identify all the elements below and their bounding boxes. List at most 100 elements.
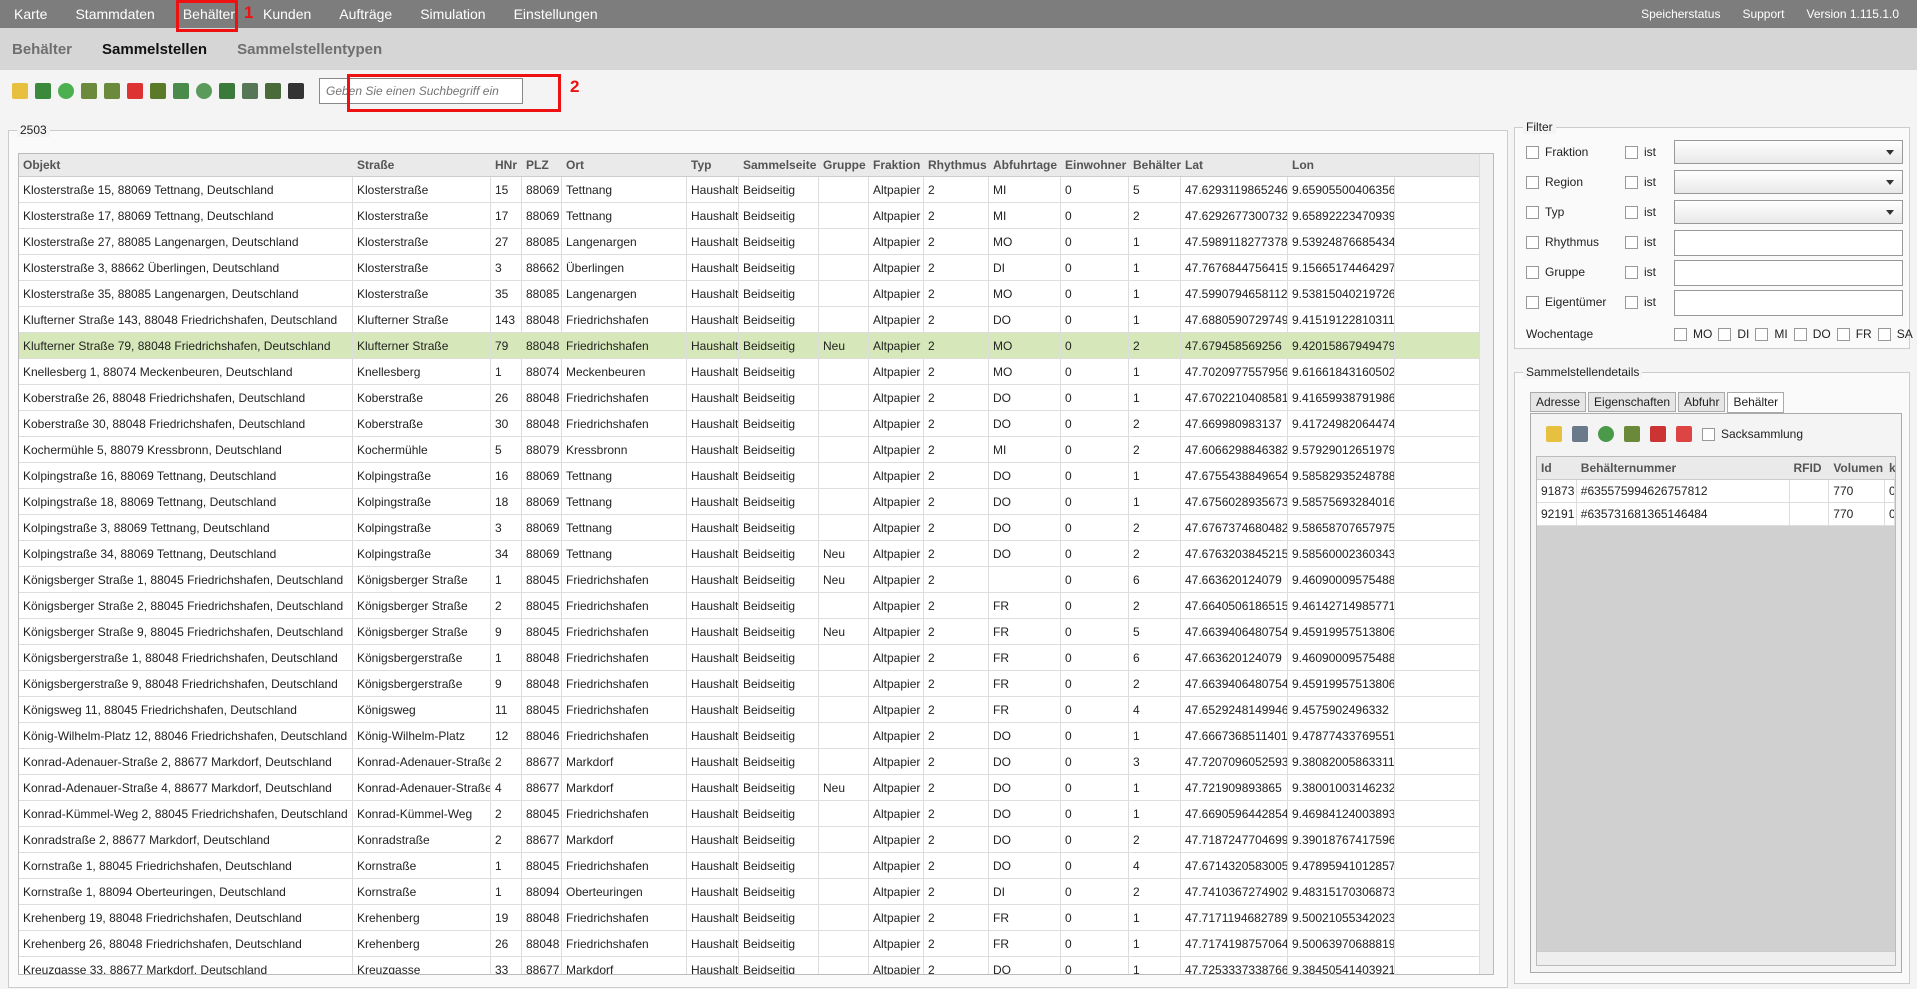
nav-item-6[interactable]: Einstellungen bbox=[500, 0, 612, 28]
table-row[interactable]: König-Wilhelm-Platz 12, 88046 Friedrichs… bbox=[19, 723, 1493, 749]
filter-checkbox[interactable] bbox=[1526, 145, 1539, 159]
search-input[interactable] bbox=[319, 78, 523, 104]
vertical-scrollbar[interactable] bbox=[1479, 154, 1493, 974]
filter-textbox[interactable] bbox=[1674, 290, 1903, 316]
save-icon[interactable] bbox=[35, 83, 51, 99]
table-row[interactable]: Klosterstraße 27, 88085 Langenargen, Deu… bbox=[19, 229, 1493, 255]
column-header[interactable]: Lon bbox=[1288, 154, 1395, 176]
horizontal-scrollbar[interactable] bbox=[1537, 951, 1895, 965]
undo-icon[interactable] bbox=[196, 83, 212, 99]
nav-item-0[interactable]: Karte bbox=[0, 0, 61, 28]
table-row[interactable]: Kornstraße 1, 88045 Friedrichshafen, Deu… bbox=[19, 853, 1493, 879]
filter-checkbox[interactable] bbox=[1526, 235, 1539, 249]
column-header[interactable]: Typ bbox=[687, 154, 739, 176]
table-row[interactable]: Königsberger Straße 1, 88045 Friedrichsh… bbox=[19, 567, 1493, 593]
grid-icon[interactable] bbox=[219, 83, 235, 99]
bin-icon[interactable] bbox=[265, 83, 281, 99]
list-icon[interactable] bbox=[1572, 426, 1588, 442]
assign-back-icon[interactable] bbox=[1598, 426, 1614, 442]
copy-icon[interactable] bbox=[1624, 426, 1640, 442]
nav-right-0[interactable]: Speicherstatus bbox=[1641, 7, 1720, 21]
table-row[interactable]: Klosterstraße 17, 88069 Tettnang, Deutsc… bbox=[19, 203, 1493, 229]
trash-icon[interactable] bbox=[1650, 426, 1666, 442]
day-checkbox[interactable] bbox=[1718, 327, 1732, 341]
day-checkbox[interactable] bbox=[1877, 327, 1891, 341]
behaelter-column-header[interactable]: Behälternummer bbox=[1577, 457, 1790, 479]
nav-item-4[interactable]: Aufträge bbox=[325, 0, 406, 28]
column-header[interactable]: Einwohner bbox=[1061, 154, 1129, 176]
subnav-tab-0[interactable]: Behälter bbox=[12, 41, 72, 58]
details-tab-2[interactable]: Abfuhr bbox=[1678, 392, 1726, 412]
column-header[interactable]: HNr bbox=[491, 154, 522, 176]
table-row[interactable]: Klufterner Straße 79, 88048 Friedrichsha… bbox=[19, 333, 1493, 359]
filter-textbox[interactable] bbox=[1674, 260, 1903, 286]
day-checkbox[interactable] bbox=[1836, 327, 1850, 341]
table-row[interactable]: Klosterstraße 15, 88069 Tettnang, Deutsc… bbox=[19, 177, 1493, 203]
table-row[interactable]: Koberstraße 30, 88048 Friedrichshafen, D… bbox=[19, 411, 1493, 437]
table-row[interactable]: Konradstraße 2, 88677 Markdorf, Deutschl… bbox=[19, 827, 1493, 853]
table-row[interactable]: Kolpingstraße 16, 88069 Tettnang, Deutsc… bbox=[19, 463, 1493, 489]
column-header[interactable]: Fraktion bbox=[869, 154, 924, 176]
table-row[interactable]: Konrad-Adenauer-Straße 2, 88677 Markdorf… bbox=[19, 749, 1493, 775]
column-header[interactable]: PLZ bbox=[522, 154, 562, 176]
table-row[interactable]: Knellesberg 1, 88074 Meckenbeuren, Deuts… bbox=[19, 359, 1493, 385]
behaelter-row[interactable]: 91873#635575994626757812 7700 bbox=[1537, 480, 1895, 503]
table-row[interactable]: Kolpingstraße 3, 88069 Tettnang, Deutsch… bbox=[19, 515, 1493, 541]
table-row[interactable]: Königsbergerstraße 1, 88048 Friedrichsha… bbox=[19, 645, 1493, 671]
table-row[interactable]: Königsberger Straße 2, 88045 Friedrichsh… bbox=[19, 593, 1493, 619]
column-header[interactable]: Abfuhrtage bbox=[989, 154, 1061, 176]
new-icon[interactable] bbox=[1546, 426, 1562, 442]
filter-textbox[interactable] bbox=[1674, 230, 1903, 256]
filter-checkbox[interactable] bbox=[1526, 295, 1539, 309]
export-icon[interactable] bbox=[104, 83, 120, 99]
ist-checkbox[interactable] bbox=[1625, 145, 1638, 159]
nav-item-1[interactable]: Stammdaten bbox=[61, 0, 168, 28]
column-header[interactable]: Sammelseite bbox=[739, 154, 819, 176]
column-header[interactable]: Straße bbox=[353, 154, 491, 176]
column-header[interactable]: Behälter bbox=[1129, 154, 1181, 176]
nav-item-3[interactable]: Kunden bbox=[249, 0, 325, 28]
table-row[interactable]: Konrad-Adenauer-Straße 4, 88677 Markdorf… bbox=[19, 775, 1493, 801]
table-row[interactable]: Koberstraße 26, 88048 Friedrichshafen, D… bbox=[19, 385, 1493, 411]
table-row[interactable]: Konrad-Kümmel-Weg 2, 88045 Friedrichshaf… bbox=[19, 801, 1493, 827]
details-tab-1[interactable]: Eigenschaften bbox=[1588, 392, 1677, 412]
behaelter-column-header[interactable]: k bbox=[1885, 457, 1895, 479]
ist-checkbox[interactable] bbox=[1625, 175, 1638, 189]
table-row[interactable]: Königsweg 11, 88045 Friedrichshafen, Deu… bbox=[19, 697, 1493, 723]
delete-all-icon[interactable] bbox=[1676, 426, 1692, 442]
container-icon[interactable] bbox=[288, 83, 304, 99]
assign-icon[interactable] bbox=[173, 83, 189, 99]
nav-right-1[interactable]: Support bbox=[1742, 7, 1784, 21]
table-row[interactable]: Krehenberg 26, 88048 Friedrichshafen, De… bbox=[19, 931, 1493, 957]
behaelter-row[interactable]: 92191#635731681365146484 7700 bbox=[1537, 503, 1895, 526]
subnav-tab-2[interactable]: Sammelstellentypen bbox=[237, 41, 382, 58]
filter-combo[interactable] bbox=[1674, 170, 1903, 194]
table-row[interactable]: Kornstraße 1, 88094 Oberteuringen, Deuts… bbox=[19, 879, 1493, 905]
sacksammlung-checkbox[interactable] bbox=[1702, 427, 1715, 441]
ist-checkbox[interactable] bbox=[1625, 265, 1638, 279]
behaelter-column-header[interactable]: RFID bbox=[1790, 457, 1830, 479]
new-icon[interactable] bbox=[12, 83, 28, 99]
filter-checkbox[interactable] bbox=[1526, 205, 1539, 219]
home-icon[interactable] bbox=[150, 83, 166, 99]
column-header[interactable]: Rhythmus bbox=[924, 154, 989, 176]
table-row[interactable]: Kolpingstraße 34, 88069 Tettnang, Deutsc… bbox=[19, 541, 1493, 567]
day-checkbox[interactable] bbox=[1755, 327, 1769, 341]
table-row[interactable]: Königsbergerstraße 9, 88048 Friedrichsha… bbox=[19, 671, 1493, 697]
column-header[interactable]: Gruppe bbox=[819, 154, 869, 176]
import-icon[interactable] bbox=[81, 83, 97, 99]
table-row[interactable]: Kreuzgasse 33, 88677 Markdorf, Deutschla… bbox=[19, 957, 1493, 974]
column-header[interactable]: Lat bbox=[1181, 154, 1288, 176]
refresh-icon[interactable] bbox=[58, 83, 74, 99]
flask-icon[interactable] bbox=[242, 83, 258, 99]
table-row[interactable]: Klosterstraße 3, 88662 Überlingen, Deuts… bbox=[19, 255, 1493, 281]
day-checkbox[interactable] bbox=[1793, 327, 1807, 341]
column-header[interactable]: Objekt bbox=[19, 154, 353, 176]
behaelter-column-header[interactable]: Id bbox=[1537, 457, 1577, 479]
filter-checkbox[interactable] bbox=[1526, 175, 1539, 189]
table-row[interactable]: Klosterstraße 35, 88085 Langenargen, Deu… bbox=[19, 281, 1493, 307]
table-row[interactable]: Klufterner Straße 143, 88048 Friedrichsh… bbox=[19, 307, 1493, 333]
ist-checkbox[interactable] bbox=[1625, 295, 1638, 309]
table-row[interactable]: Kochermühle 5, 88079 Kressbronn, Deutsch… bbox=[19, 437, 1493, 463]
details-tab-3[interactable]: Behälter bbox=[1727, 392, 1785, 413]
